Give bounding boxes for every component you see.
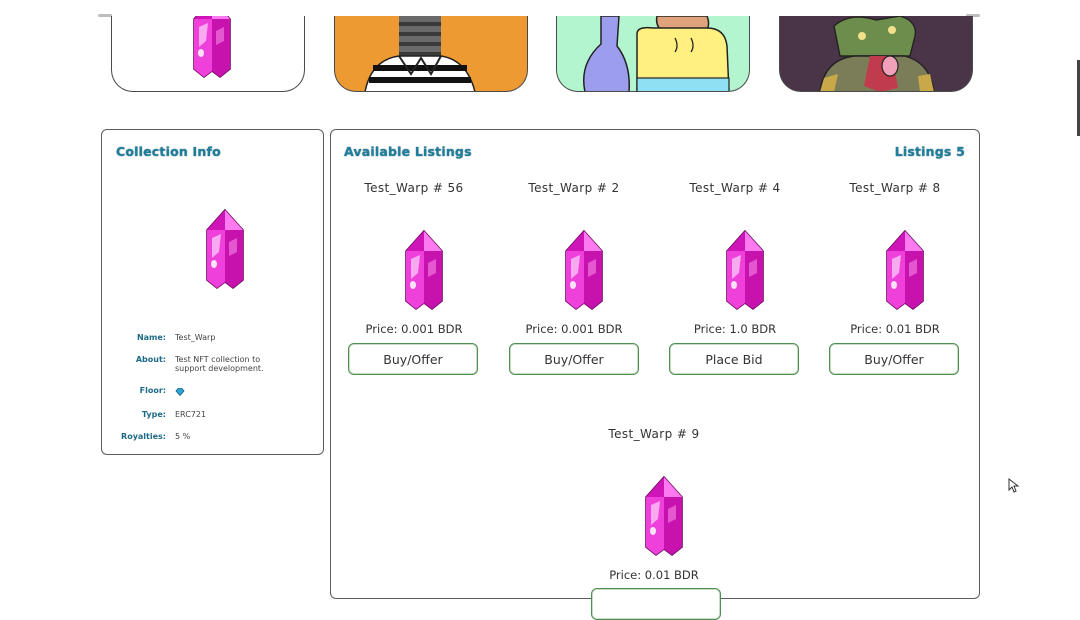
info-label-royalties: Royalties: [121,432,166,441]
listing-name: Test_Warp # 8 [849,181,941,195]
info-value-royalties: 5 % [175,432,191,441]
info-label-type: Type: [141,410,166,419]
listing-crystal-image[interactable] [642,475,686,557]
cartoon-character [583,16,730,91]
buy-offer-button[interactable]: Buy/Offer [348,343,478,375]
buy-offer-button[interactable]: Buy/Offer [509,343,639,375]
place-bid-button[interactable]: Place Bid [669,343,799,375]
listing-name: Test_Warp # 9 [608,427,700,441]
listing-name: Test_Warp # 56 [364,181,464,195]
listings-panel: Available Listings Listings 5 Test_Warp … [330,129,980,620]
listing-name: Test_Warp # 2 [528,181,620,195]
buy-offer-button[interactable]: Buy/Offer [829,343,959,375]
banner-card-crystal[interactable] [111,16,305,92]
monster-character [819,16,935,91]
listing-price: Price: 0.01 BDR [850,322,940,336]
striped-shirt-character [364,16,476,91]
info-value-about: Test NFT collection to support developme… [175,355,264,373]
listing-name: Test_Warp # 4 [689,181,781,195]
mouse-cursor-icon [1008,478,1020,493]
listing-crystal-image[interactable] [562,229,606,311]
listing-price: Price: 0.01 BDR [609,568,699,582]
listings-count: Listings 5 [894,144,965,159]
listing-crystal-image[interactable] [723,229,767,311]
banner-card-monster-character[interactable] [779,16,973,92]
collection-info-panel: Collection Info Name: Test_Warp About: T… [101,129,324,455]
collection-crystal-image [203,201,247,297]
info-label-floor: Floor: [139,386,166,395]
banner-card-cartoon-character[interactable] [556,16,750,92]
buy-offer-button[interactable] [591,588,721,620]
listing-crystal-image[interactable] [402,229,446,311]
info-value-floor [175,386,287,397]
listings-title: Available Listings [344,144,472,159]
collection-info-title: Collection Info [116,144,221,159]
banner-left-edge [98,14,112,17]
listing-price: Price: 0.001 BDR [365,322,463,336]
diamond-icon [175,388,185,397]
info-value-name: Test_Warp [175,333,216,342]
info-label-name: Name: [136,333,166,342]
info-value-type: ERC721 [175,410,207,419]
info-label-about: About: [135,355,166,364]
listing-price: Price: 0.001 BDR [525,322,623,336]
listing-crystal-image[interactable] [883,229,927,311]
listing-price: Price: 1.0 BDR [693,322,777,336]
crystal-icon [190,16,234,80]
banner-card-striped-character[interactable] [334,16,528,92]
